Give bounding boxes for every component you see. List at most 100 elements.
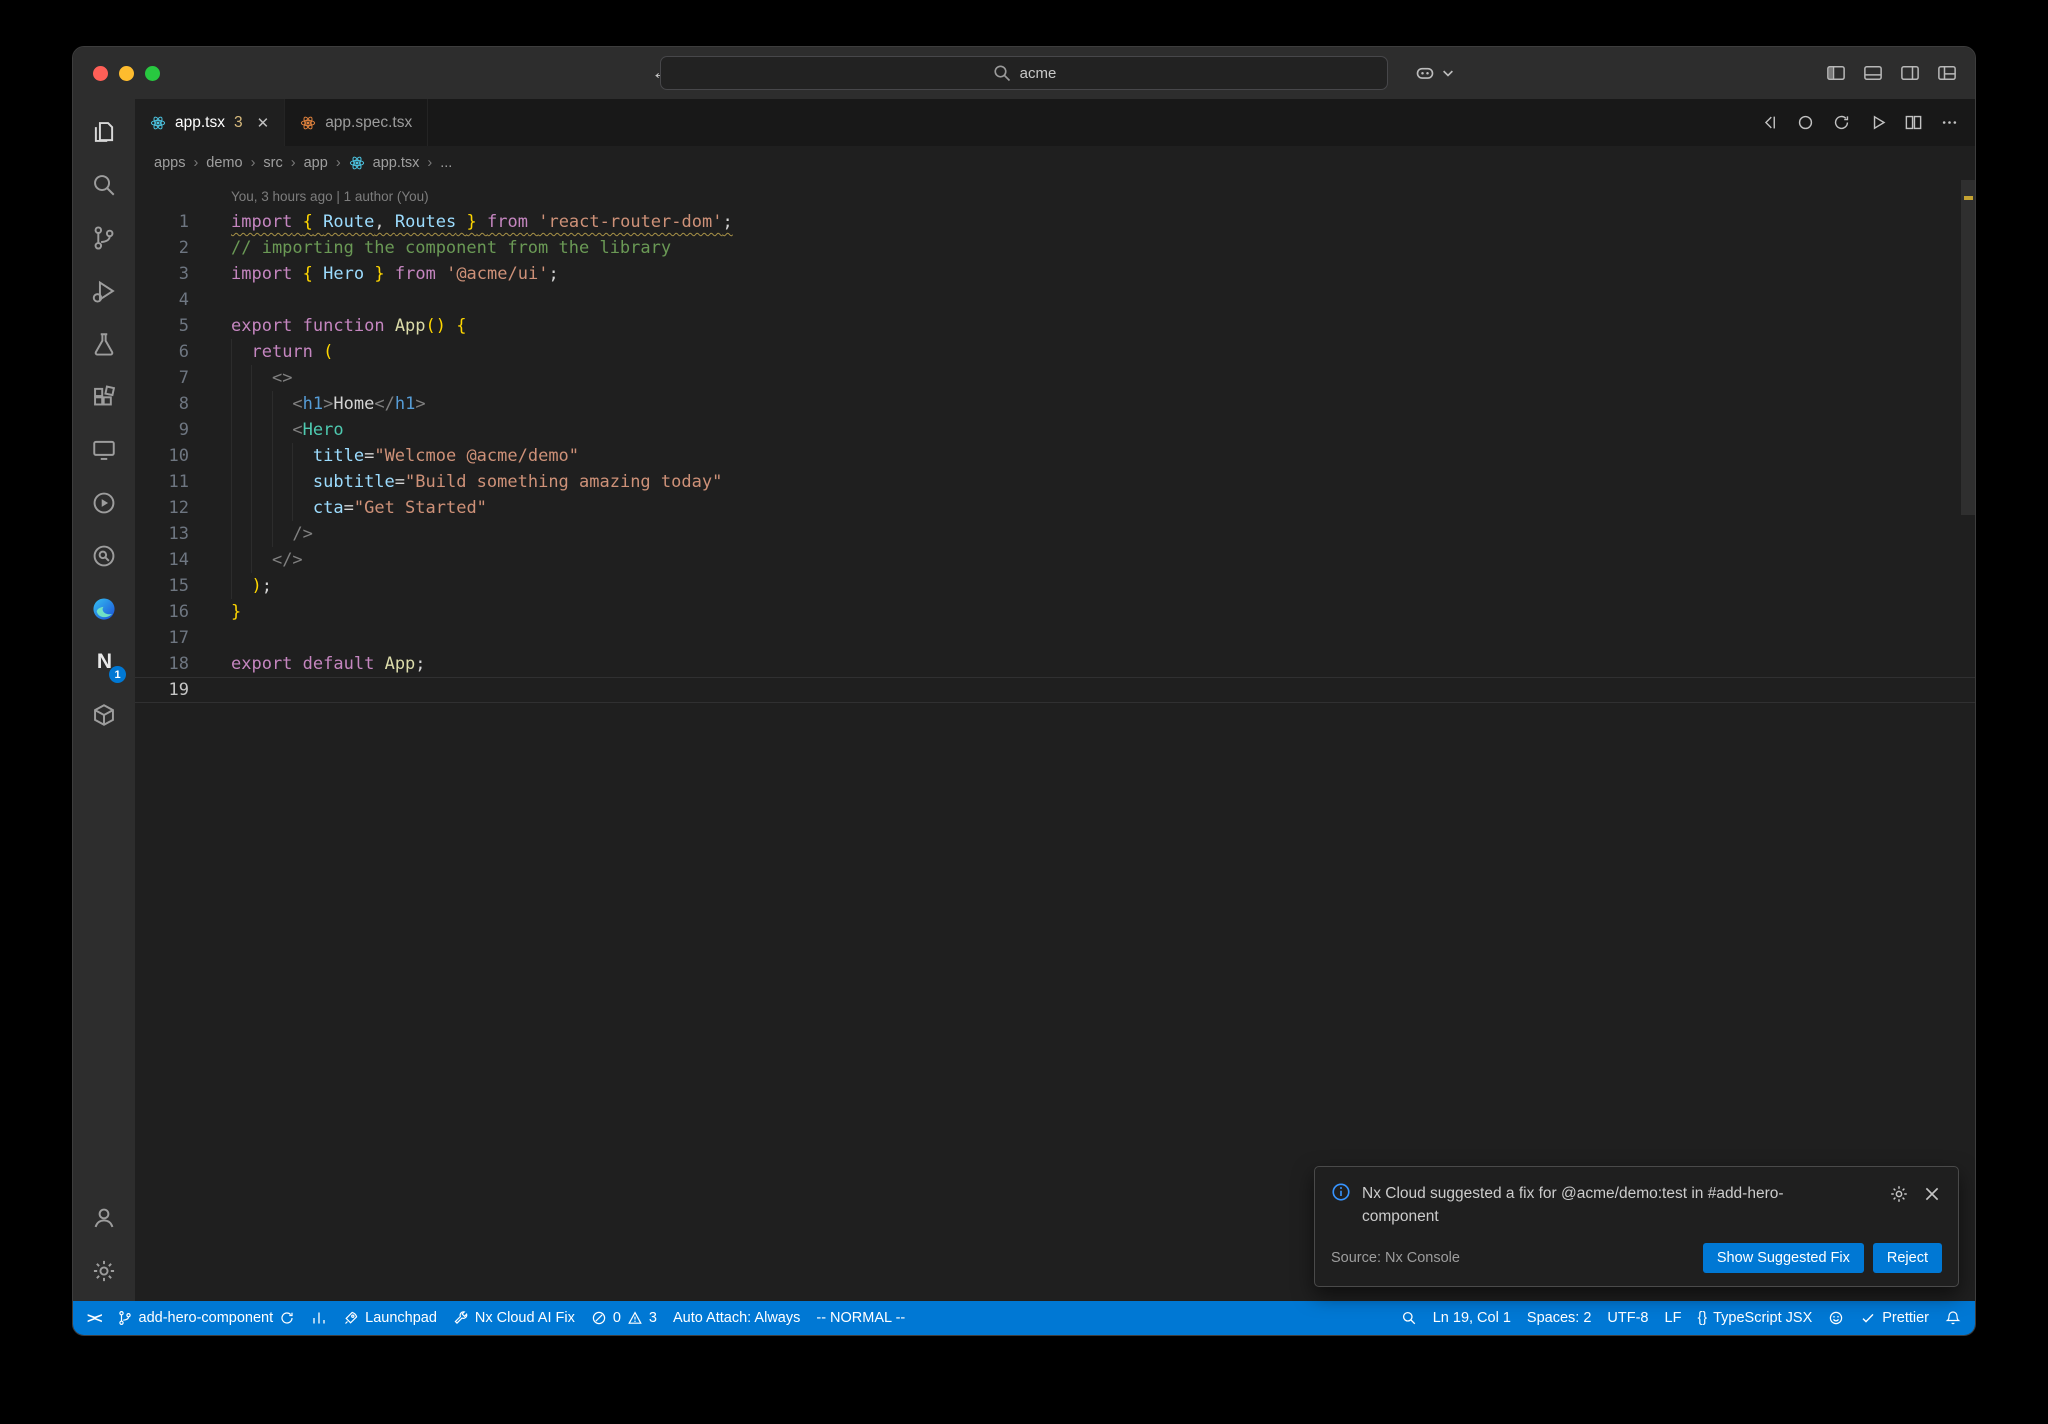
code-line[interactable]: 4 [135,287,1975,313]
breadcrumb-item[interactable]: app.tsx [373,155,420,171]
testing-icon[interactable] [73,317,135,370]
code-line[interactable]: 16} [135,599,1975,625]
package-icon[interactable] [73,688,135,741]
code-line[interactable]: 8 <h1>Home</h1> [135,391,1975,417]
split-editor-icon[interactable] [1903,113,1923,133]
remote-explorer-icon[interactable] [73,423,135,476]
close-window-button[interactable] [93,65,108,81]
breadcrumb-item[interactable]: src [263,155,282,171]
toggle-panel-icon[interactable] [1863,63,1883,83]
code-line[interactable]: 18 export default App; [135,651,1975,677]
close-tab-icon[interactable]: ✕ [257,114,270,132]
code-line[interactable]: 5 export function App() { [135,313,1975,339]
line-number[interactable]: 11 [135,469,189,495]
formatter-item[interactable]: Prettier [1852,1301,1937,1335]
eol-item[interactable]: LF [1657,1301,1690,1335]
code-search-icon[interactable] [73,529,135,582]
line-number[interactable]: 13 [135,521,189,547]
nx-console-icon[interactable]: N 1 [73,635,135,688]
line-number[interactable]: 1 [135,209,189,235]
toggle-secondary-sidebar-icon[interactable] [1900,63,1920,83]
cursor-position-item[interactable]: Ln 19, Col 1 [1425,1301,1519,1335]
breadcrumb-item[interactable]: apps [154,155,185,171]
line-number[interactable]: 3 [135,261,189,287]
code-line[interactable]: 19 [135,677,1975,703]
code-line[interactable]: 1 import { Route, Routes } from 'react-ro… [135,209,1975,235]
code-line[interactable]: 9 <Hero [135,417,1975,443]
copilot-status-item[interactable] [1820,1301,1852,1335]
breadcrumb-item[interactable]: app [304,155,328,171]
extensions-icon[interactable] [73,370,135,423]
code-line[interactable]: 14 </> [135,547,1975,573]
tab-app-spec-tsx[interactable]: app.spec.tsx [285,99,429,146]
tab-app-tsx[interactable]: app.tsx 3 ✕ [135,99,286,146]
circle-outline-icon[interactable] [1795,113,1815,133]
search-sidebar-icon[interactable] [73,158,135,211]
line-number[interactable]: 16 [135,599,189,625]
line-number[interactable]: 19 [135,677,189,703]
customize-layout-icon[interactable] [1937,63,1957,83]
code-line[interactable]: 17 [135,625,1975,651]
code-line[interactable]: 13 /> [135,521,1975,547]
problems-item[interactable]: 0 3 [583,1301,665,1335]
command-center-search[interactable]: acme [660,56,1388,90]
code-editor[interactable]: You, 3 hours ago | 1 author (You) 1 impor… [135,180,1975,1301]
code-line[interactable]: 6 return ( [135,339,1975,365]
source-control-icon[interactable] [73,211,135,264]
minimize-window-button[interactable] [119,65,134,81]
auto-attach-item[interactable]: Auto Attach: Always [665,1301,808,1335]
nx-cloud-fix-item[interactable]: Nx Cloud AI Fix [445,1301,583,1335]
breadcrumb-item[interactable]: ... [440,155,452,171]
more-actions-icon[interactable] [1939,113,1959,133]
line-number[interactable]: 6 [135,339,189,365]
account-icon[interactable] [73,1191,135,1244]
run-file-icon[interactable] [1867,113,1887,133]
indentation-item[interactable]: Spaces: 2 [1519,1301,1600,1335]
line-number[interactable]: 4 [135,287,189,313]
notifications-bell-item[interactable] [1937,1301,1969,1335]
line-number[interactable]: 2 [135,235,189,261]
line-number[interactable]: 5 [135,313,189,339]
vim-mode-item[interactable]: -- NORMAL -- [808,1301,913,1335]
line-number[interactable]: 7 [135,365,189,391]
line-number[interactable]: 8 [135,391,189,417]
breadcrumb-item[interactable]: demo [206,155,242,171]
code-line[interactable]: 3 import { Hero } from '@acme/ui'; [135,261,1975,287]
encoding-item[interactable]: UTF-8 [1599,1301,1656,1335]
reject-button[interactable]: Reject [1872,1243,1942,1273]
toggle-primary-sidebar-icon[interactable] [1826,63,1846,83]
statusbar-search-item[interactable] [1393,1301,1425,1335]
line-number[interactable]: 12 [135,495,189,521]
show-suggested-fix-button[interactable]: Show Suggested Fix [1702,1243,1864,1273]
code-line[interactable]: 7 <> [135,365,1975,391]
copilot-menu-button[interactable] [1415,47,1458,99]
line-number[interactable]: 15 [135,573,189,599]
line-number[interactable]: 17 [135,625,189,651]
remote-indicator[interactable]: >< [79,1301,109,1335]
scrollbar[interactable] [1961,180,1975,1301]
line-number[interactable]: 18 [135,651,189,677]
line-number[interactable]: 9 [135,417,189,443]
git-branch-item[interactable]: add-hero-component [109,1301,304,1335]
zoom-window-button[interactable] [145,65,160,81]
code-line[interactable]: 11 subtitle="Build something amazing tod… [135,469,1975,495]
launchpad-item[interactable]: Launchpad [335,1301,445,1335]
refresh-icon[interactable] [1831,113,1851,133]
edge-browser-icon[interactable] [73,582,135,635]
language-mode-item[interactable]: {} TypeScript JSX [1689,1301,1820,1335]
notification-close-icon[interactable] [1922,1184,1942,1204]
run-tasks-icon[interactable] [73,476,135,529]
code-line[interactable]: 10 title="Welcmoe @acme/demo" [135,443,1975,469]
commit-graph-item[interactable] [303,1301,335,1335]
line-number[interactable]: 14 [135,547,189,573]
notification-settings-gear-icon[interactable] [1889,1184,1909,1204]
settings-gear-icon[interactable] [73,1244,135,1297]
explorer-icon[interactable] [73,105,135,158]
code-line[interactable]: 2 // importing the component from the lib… [135,235,1975,261]
open-changes-icon[interactable] [1759,113,1779,133]
code-line[interactable]: 12 cta="Get Started" [135,495,1975,521]
scrollbar-thumb[interactable] [1961,180,1975,515]
run-debug-icon[interactable] [73,264,135,317]
code-line[interactable]: 15 ); [135,573,1975,599]
line-number[interactable]: 10 [135,443,189,469]
